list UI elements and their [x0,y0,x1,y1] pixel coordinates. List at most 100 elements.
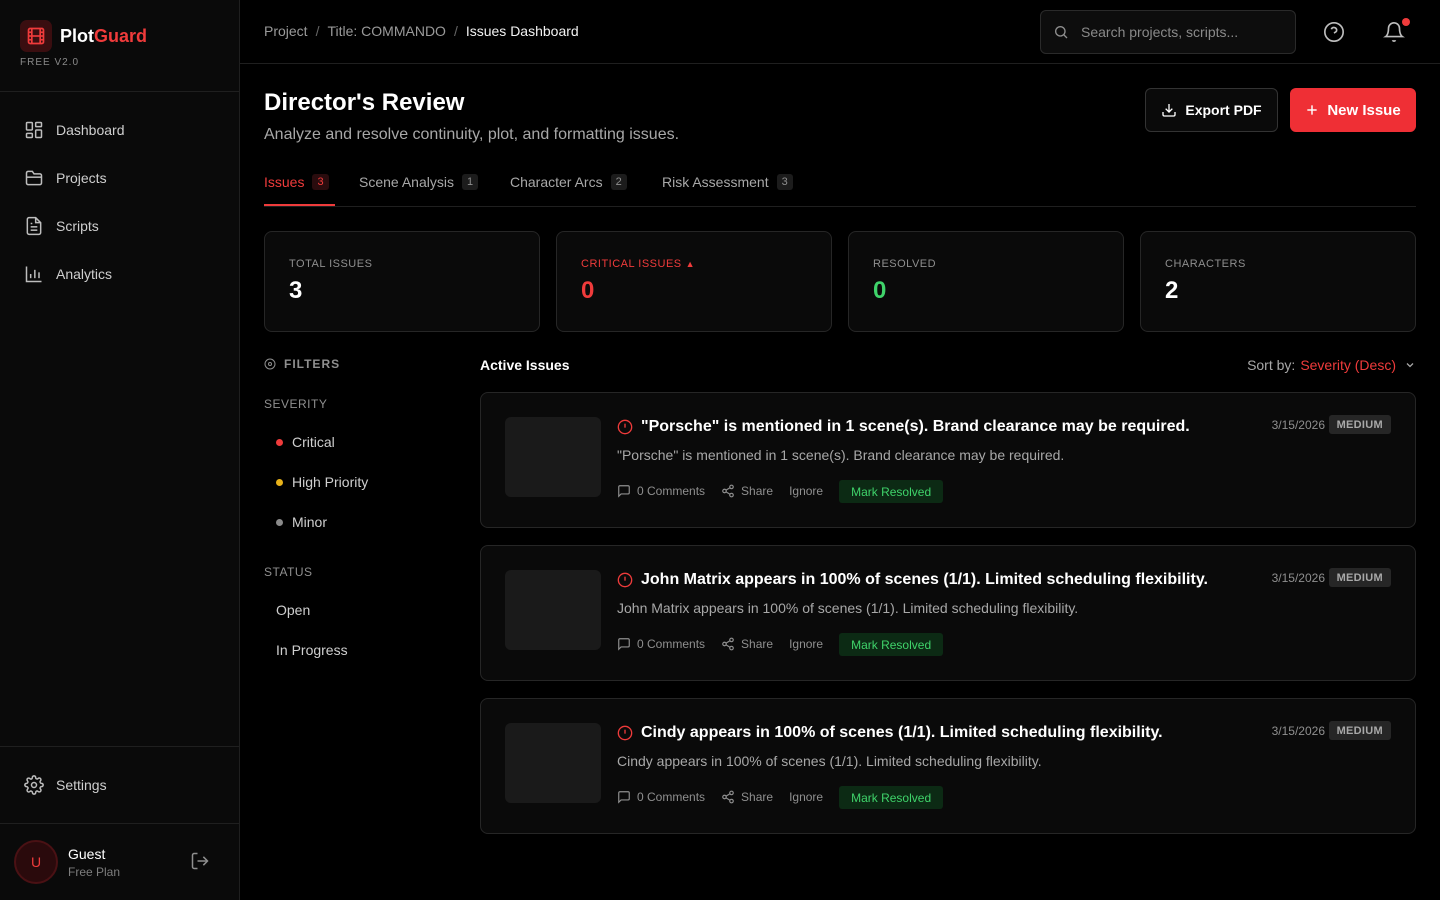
breadcrumb: Project / Title: COMMANDO / Issues Dashb… [264,23,579,39]
filter-icon [264,358,276,370]
bar-chart-icon [25,266,42,283]
tab-scene-analysis[interactable]: Scene Analysis 1 [359,172,479,192]
ignore-button[interactable]: Ignore [789,637,823,651]
filter-label: Open [276,602,311,618]
share-icon [722,484,734,498]
stat-value: 0 [873,277,887,304]
comments-label: 0 Comments [637,790,706,804]
page-subtitle: Analyze and resolve continuity, plot, an… [264,126,680,143]
issue-date: 3/15/2026 [1271,418,1325,432]
filter-label: Critical [292,434,335,450]
mark-resolved-button[interactable]: Mark Resolved [839,479,944,503]
issue-thumbnail [505,570,601,650]
tab-character-arcs[interactable]: Character Arcs 2 [510,172,627,192]
filter-label: High Priority [292,474,369,490]
share-button[interactable]: Share [721,637,773,651]
tab-issues[interactable]: Issues 3 [264,172,329,192]
ignore-label: Ignore [789,637,824,651]
issue-actions: 0 Comments Share Ignore Mark Resolved [617,479,944,503]
issue-card[interactable]: "Porsche" is mentioned in 1 scene(s). Br… [480,392,1416,528]
issue-title-row: Cindy appears in 100% of scenes (1/1). L… [617,724,1163,742]
filter-label: Minor [292,514,328,530]
filter-high-priority[interactable]: High Priority [276,474,368,490]
avatar: U [14,840,58,884]
tab-label: Issues [264,174,305,190]
tab-label: Risk Assessment [662,174,769,190]
ignore-button[interactable]: Ignore [789,484,823,498]
plus-icon [1307,105,1317,115]
comments-label: 0 Comments [637,637,706,651]
help-icon[interactable] [1323,21,1345,43]
export-label: Export PDF [1185,102,1262,118]
comments-button[interactable]: 0 Comments [617,790,705,804]
warning-triangle-icon: ▲ [685,259,696,269]
issue-title-row: "Porsche" is mentioned in 1 scene(s). Br… [617,418,1190,436]
stat-label: CHARACTERS [1165,258,1246,270]
stat-value: 2 [1165,277,1179,304]
mark-resolved-button[interactable]: Mark Resolved [839,785,944,809]
sidebar-item-scripts[interactable]: Scripts [24,214,99,238]
search-icon [1055,26,1068,39]
share-button[interactable]: Share [721,790,773,804]
alert-circle-icon [617,725,633,741]
sidebar-item-settings[interactable]: Settings [24,773,107,797]
filters-label: FILTERS [284,357,341,371]
filter-open[interactable]: Open [276,602,310,618]
app-name-plain: Plot [60,25,94,46]
mark-resolved-button[interactable]: Mark Resolved [839,632,944,656]
share-icon [722,790,734,804]
issue-card[interactable]: John Matrix appears in 100% of scenes (1… [480,545,1416,681]
search-box[interactable] [1040,10,1296,54]
sidebar-item-label: Analytics [56,266,113,282]
issue-title-row: John Matrix appears in 100% of scenes (1… [617,571,1208,589]
sidebar-item-analytics[interactable]: Analytics [24,262,112,286]
share-button[interactable]: Share [721,484,773,498]
sidebar-item-dashboard[interactable]: Dashboard [24,118,125,142]
stat-value: 0 [581,277,595,304]
share-icon [722,637,734,651]
divider [0,91,239,92]
brand[interactable]: PlotGuard [20,20,147,52]
filter-minor[interactable]: Minor [276,514,327,530]
severity-badge: MEDIUM [1328,568,1391,587]
bell-icon[interactable] [1383,21,1405,43]
tab-count: 3 [776,174,793,190]
filter-critical[interactable]: Critical [276,434,335,450]
alert-circle-icon [617,419,633,435]
ignore-button[interactable]: Ignore [789,790,823,804]
issue-card[interactable]: Cindy appears in 100% of scenes (1/1). L… [480,698,1416,834]
breadcrumb-title[interactable]: Title: COMMANDO [327,23,445,39]
issue-description: "Porsche" is mentioned in 1 scene(s). Br… [617,447,1065,463]
issue-description: John Matrix appears in 100% of scenes (1… [617,600,1079,616]
alert-circle-icon [617,572,633,588]
sidebar-item-projects[interactable]: Projects [24,166,107,190]
filters-heading: FILTERS [264,357,340,371]
search-input[interactable] [1081,24,1281,40]
sort-value: Severity (Desc) [1300,357,1396,373]
issue-actions: 0 Comments Share Ignore Mark Resolved [617,785,944,809]
comments-button[interactable]: 0 Comments [617,637,705,651]
sort-label: Sort by: [1247,357,1296,373]
new-issue-button[interactable]: New Issue [1290,88,1416,132]
export-pdf-button[interactable]: Export PDF [1145,88,1278,132]
issue-thumbnail [505,417,601,497]
stat-card-characters: CHARACTERS 2 [1140,231,1416,332]
severity-dot [276,438,283,446]
breadcrumb-project[interactable]: Project [264,23,308,39]
sort-dropdown[interactable]: Sort by: Severity (Desc) [1247,357,1416,373]
tab-label: Scene Analysis [359,174,454,190]
issue-description: Cindy appears in 100% of scenes (1/1). L… [617,753,1042,769]
comments-button[interactable]: 0 Comments [617,484,705,498]
comment-icon [618,791,630,804]
logout-icon[interactable] [190,851,210,871]
filter-in-progress[interactable]: In Progress [276,642,348,658]
issue-title: "Porsche" is mentioned in 1 scene(s). Br… [641,418,1190,435]
sidebar-item-label: Projects [56,170,107,186]
tab-count: 1 [461,174,479,190]
user-profile[interactable]: U Guest Free Plan [14,840,120,884]
issue-thumbnail [505,723,601,803]
tab-risk-assessment[interactable]: Risk Assessment 3 [662,172,793,192]
app-name: PlotGuard [60,26,147,47]
tab-count: 3 [312,174,329,190]
issue-actions: 0 Comments Share Ignore Mark Resolved [617,632,944,656]
